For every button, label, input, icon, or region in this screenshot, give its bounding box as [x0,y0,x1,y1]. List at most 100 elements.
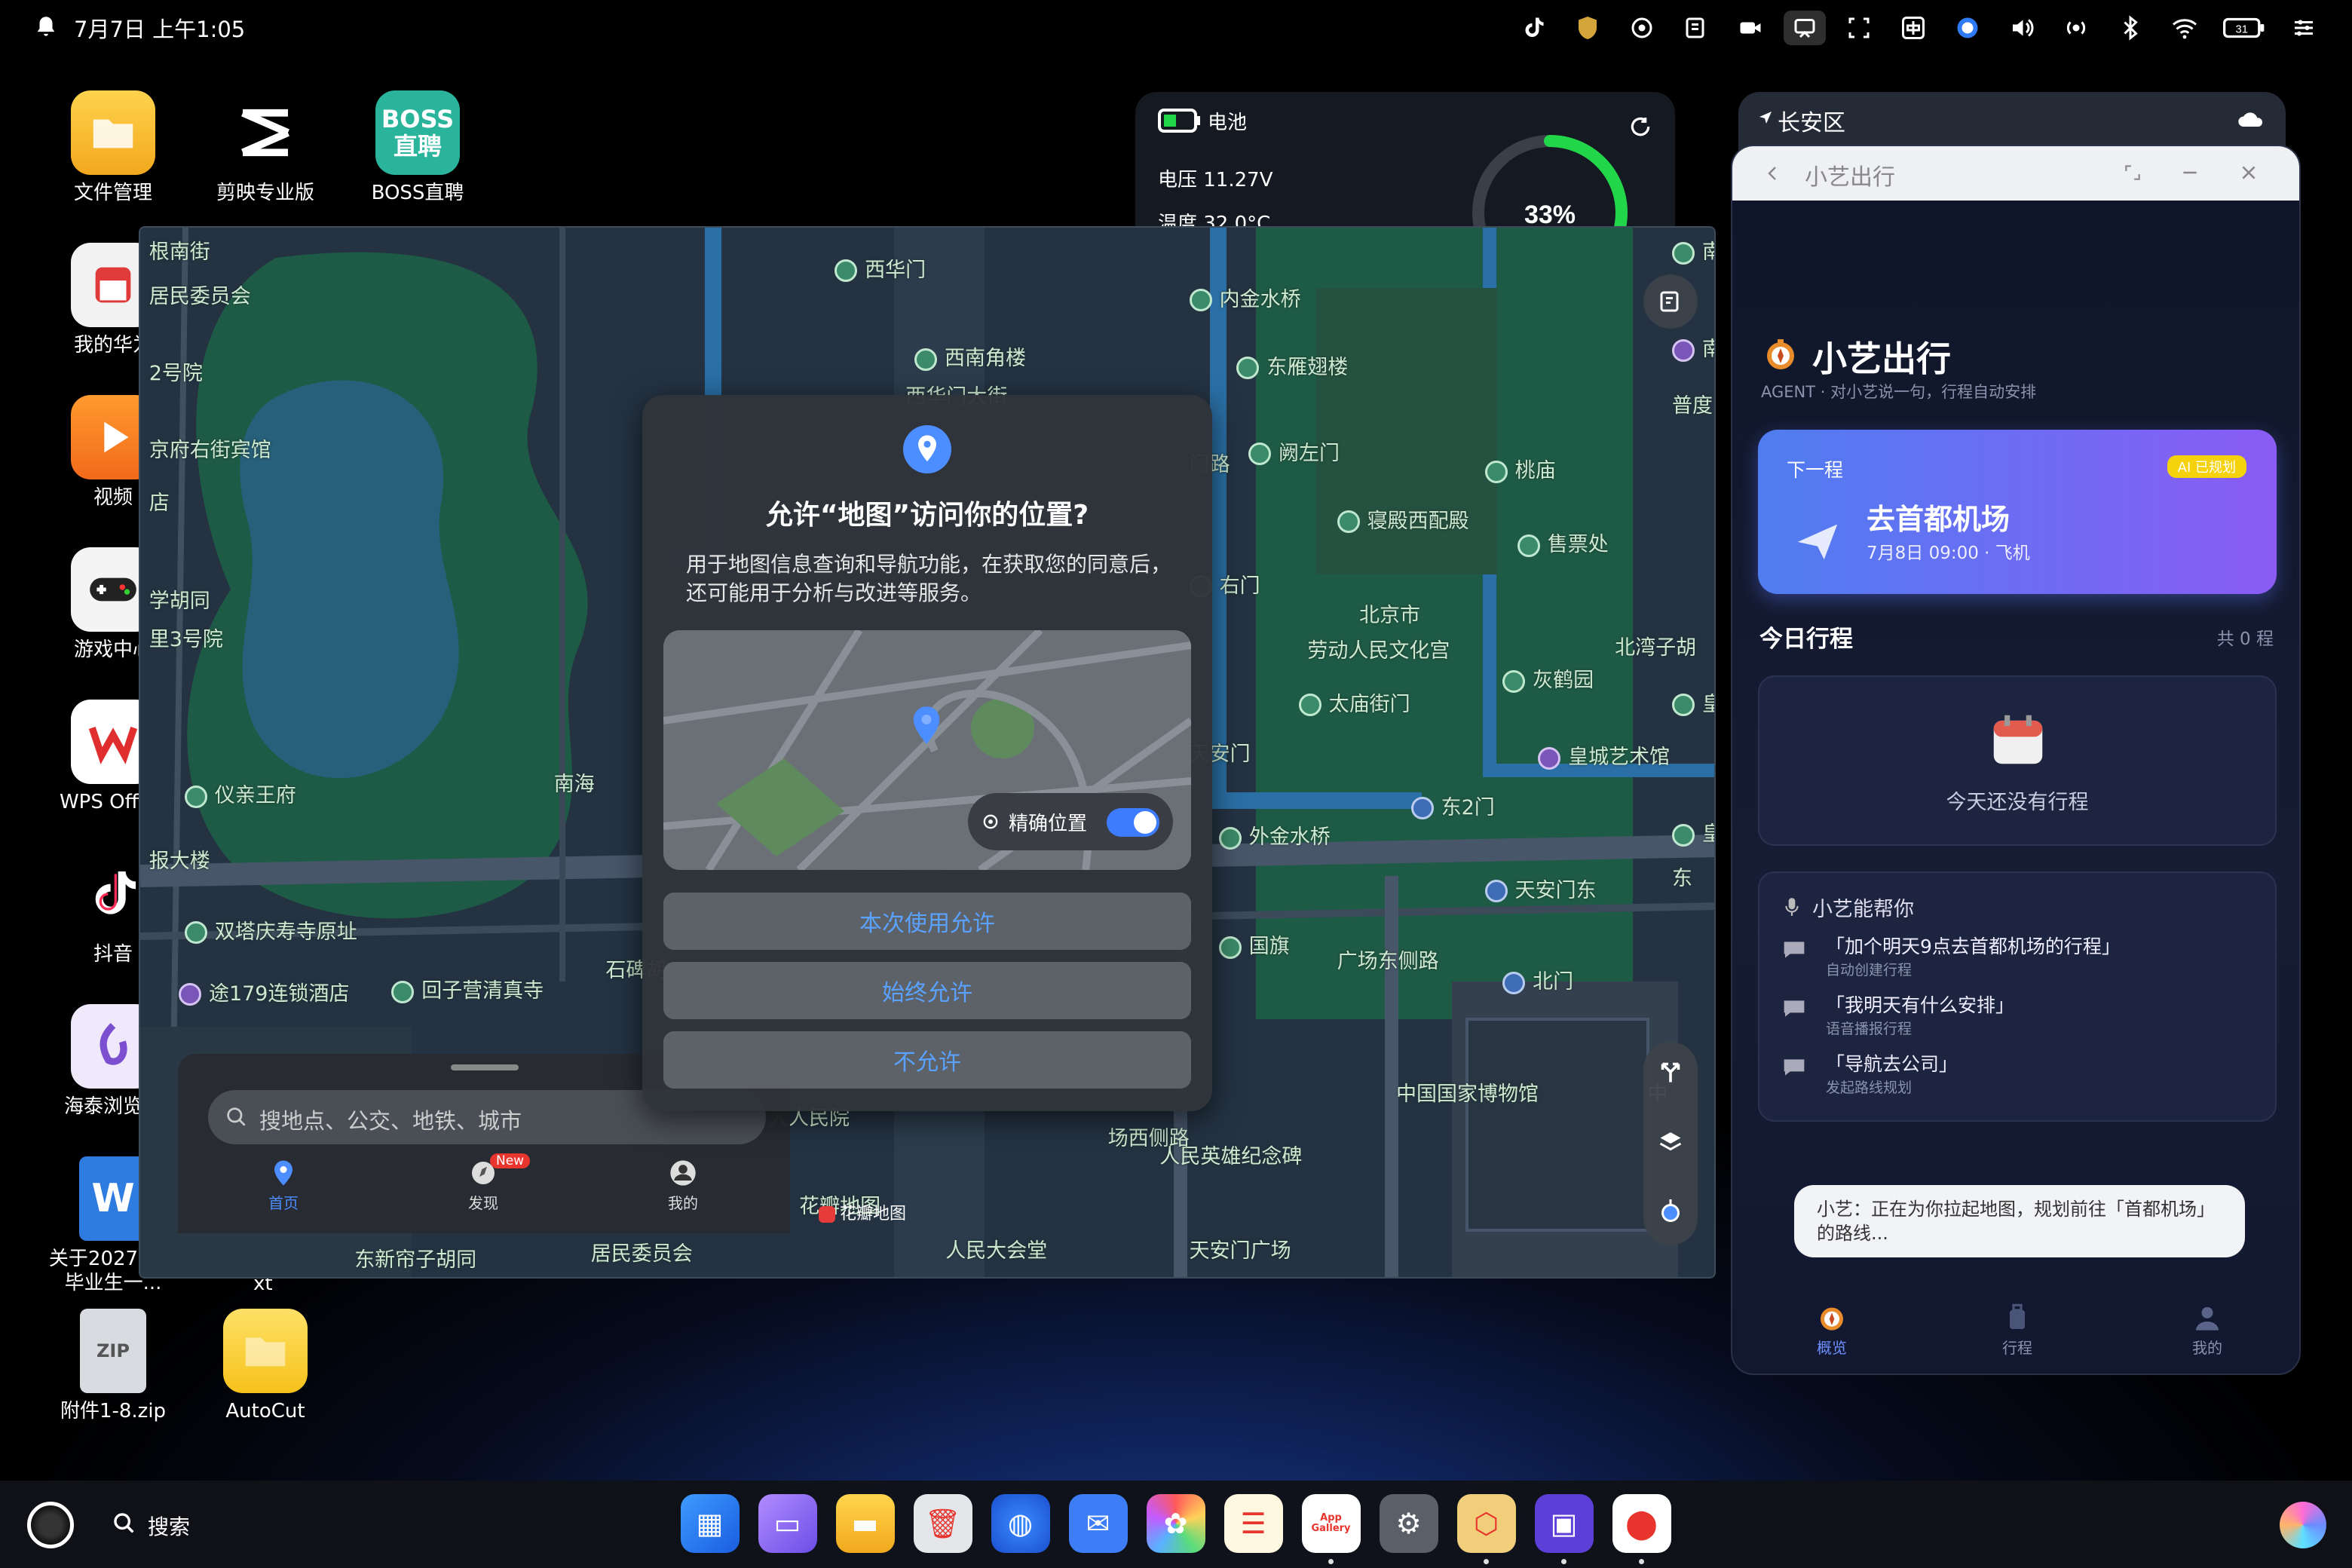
map-label[interactable]: 广场东侧路 [1337,945,1439,974]
map-label[interactable]: 皇城艺术馆 [1538,740,1670,770]
help-item-0[interactable]: 「加个明天9点去首都机场的行程」 自动创建行程 [1782,932,2265,979]
wifi-icon[interactable] [2164,11,2206,45]
map-label[interactable]: 报大楼 [149,844,210,874]
app-status-icon[interactable] [1946,11,1989,45]
dock-trash-button[interactable]: 🗑 [913,1494,972,1553]
start-orb-icon[interactable] [27,1502,74,1548]
map-label[interactable]: 劳动人民文化宫 [1307,634,1450,663]
search-icon[interactable] [112,1511,137,1536]
screenshot-status-icon[interactable] [1784,11,1826,45]
precise-location-switch[interactable] [1107,808,1159,837]
dock-gallery-button[interactable]: ✿ [1146,1494,1205,1553]
desktop-icon-boss[interactable]: BOSS 直聘 BOSS直聘 [350,90,485,205]
dock-notes-button[interactable]: ☰ [1223,1494,1283,1553]
desktop-icon-zip[interactable]: ZIP 附件1-8.zip [45,1309,181,1423]
map-label[interactable]: 东新帘子胡同 [354,1243,476,1272]
help-item-1[interactable]: 「我明天有什么安排」 语音播报行程 [1782,991,2265,1038]
map-label[interactable]: 皇 [1672,688,1714,717]
desktop-icon-file-manager[interactable]: 文件管理 [45,90,181,205]
bluetooth-icon[interactable] [2109,11,2151,45]
hotspot-icon[interactable] [2055,11,2097,45]
dock-multi-window-button[interactable]: ▭ [758,1494,817,1553]
taskbar-search-label[interactable]: 搜索 [148,1511,190,1541]
layers-icon[interactable] [1657,1128,1684,1155]
map-label[interactable]: 阙左门 [1248,436,1340,466]
map-label[interactable]: 北湾子胡 [1615,631,1696,660]
tiktok-status-icon[interactable] [1512,11,1554,45]
map-label[interactable]: 皇城 [1672,817,1714,847]
camera-status-icon[interactable] [1729,11,1772,45]
map-label[interactable]: 售票处 [1517,528,1609,557]
map-label[interactable]: 国旗 [1218,929,1290,959]
route-icon[interactable] [1657,1058,1684,1086]
map-tab-discover[interactable]: New 发现 [449,1153,531,1213]
next-trip-card[interactable]: 下一程 AI 已规划 去首都机场 7月8日 09:00 · 飞机 [1758,430,2277,594]
dock-xiaoyi-trip-button[interactable]: ▣ [1534,1494,1594,1553]
map-label[interactable]: 内金水桥 [1189,283,1301,312]
security-status-icon[interactable] [1566,11,1609,45]
dock-app-grid-button[interactable]: ▦ [680,1494,740,1553]
battery-icon[interactable]: 31 [2218,11,2271,45]
allow-once-button[interactable]: 本次使用允许 [663,893,1191,950]
dock-mail-button[interactable]: ✉ [1068,1494,1128,1553]
sheet-drag-handle[interactable] [451,1064,519,1070]
map-label[interactable]: 寝殿西配殿 [1337,504,1469,534]
dock-map-pin-button[interactable]: ⬤ [1612,1494,1671,1553]
nav-trips[interactable]: 行程 [1981,1303,2053,1358]
dock-files-button[interactable]: ▬ [835,1494,895,1553]
map-label[interactable]: 里3号院 [149,623,223,652]
map-label[interactable]: 店 [149,486,170,516]
my-location-icon[interactable] [1657,1197,1684,1224]
map-edit-button[interactable] [1643,274,1698,329]
map-label[interactable]: 场西侧路 [1108,1122,1190,1151]
map-label[interactable]: 人民大会堂 [945,1234,1047,1263]
map-label[interactable]: 桃庙 [1484,454,1556,483]
dock-settings-button[interactable]: ⚙ [1379,1494,1438,1553]
map-label[interactable]: 西南角楼 [914,341,1026,371]
crop-status-icon[interactable] [1838,11,1880,45]
back-icon[interactable] [1764,164,1782,182]
help-item-2[interactable]: 「导航去公司」 发起路线规划 [1782,1049,2265,1097]
nav-mine[interactable]: 我的 [2171,1303,2243,1358]
minimize-icon[interactable] [2180,163,2200,182]
desktop-icon-autocut[interactable]: AutoCut [198,1309,333,1423]
map-label[interactable]: 西华门 [835,253,926,283]
map-label[interactable]: 外金水桥 [1218,820,1331,850]
map-label[interactable]: 南海 [554,767,595,797]
map-label[interactable]: 天安门广场 [1190,1234,1291,1263]
note-status-icon[interactable] [1675,11,1717,45]
deny-button[interactable]: 不允许 [663,1031,1191,1089]
map-label[interactable]: 居民委员会 [591,1237,693,1266]
map-tab-home[interactable]: 首页 [253,1158,314,1213]
map-label[interactable]: 东2门 [1410,791,1495,820]
nav-overview[interactable]: 概览 [1796,1303,1868,1358]
map-tab-mine[interactable]: 我的 [653,1158,713,1213]
assistant-orb-icon[interactable] [2280,1502,2326,1548]
map-label[interactable]: 东 [1672,862,1692,891]
map-label[interactable]: 灰鹤园 [1502,663,1594,693]
map-label[interactable]: 普度 [1672,389,1713,418]
control-center-icon[interactable] [2283,11,2325,45]
dock-security-button[interactable]: ⬡ [1456,1494,1516,1553]
map-label[interactable]: 双塔庆寿寺原址 [184,915,357,945]
map-label[interactable]: 学胡同 [149,584,210,614]
map-label[interactable]: 回子营清真寺 [391,974,544,1003]
dock-browser-button[interactable]: ◍ [991,1494,1050,1553]
map-label[interactable]: 南池子大 [1672,235,1714,265]
ai-status-icon[interactable] [1621,11,1663,45]
map-label[interactable]: 京府右街宾馆 [149,433,271,463]
bell-icon[interactable] [33,14,59,39]
map-label[interactable]: 东雁翅楼 [1236,351,1348,380]
map-label[interactable]: 北门 [1502,965,1573,994]
dock-app-gallery-button[interactable]: App Gallery [1301,1494,1361,1553]
map-label[interactable]: 太庙街门 [1298,688,1410,717]
desktop-icon-capcut[interactable]: 剪映专业版 [198,90,333,205]
keyboard-cn-icon[interactable] [1892,11,1934,45]
resize-icon[interactable] [2123,163,2142,182]
map-label[interactable]: 天安门东 [1484,874,1597,903]
map-label[interactable]: 根南街 [149,235,210,265]
map-label[interactable]: 居民委员会 [149,280,251,309]
map-label[interactable]: 2号院 [149,357,203,386]
map-label[interactable]: 途179连锁酒店 [178,977,350,1006]
close-icon[interactable] [2239,163,2259,182]
